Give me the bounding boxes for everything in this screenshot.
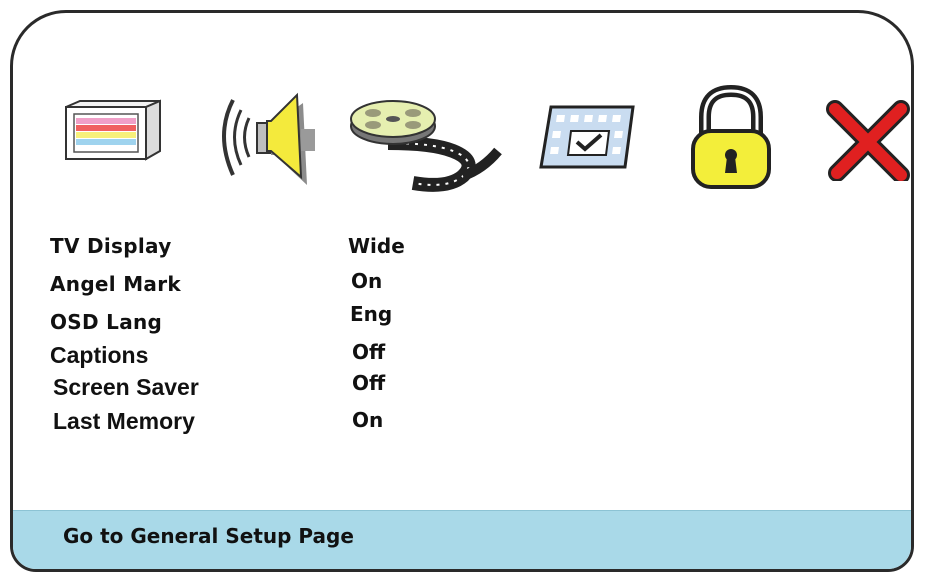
setup-page-footer: Go to General Setup Page (13, 510, 911, 569)
setting-label-last-memory[interactable]: Last Memory (53, 408, 195, 435)
setting-value-tv-display[interactable]: Wide (348, 234, 405, 258)
setting-label-tv-display[interactable]: TV Display (50, 234, 172, 258)
footer-hint-text: Go to General Setup Page (63, 524, 354, 548)
setting-label-osd-lang[interactable]: OSD Lang (50, 310, 162, 334)
setting-value-captions[interactable]: Off (352, 340, 385, 364)
setting-value-last-memory[interactable]: On (352, 408, 383, 432)
setting-value-osd-lang[interactable]: Eng (350, 302, 392, 326)
setting-label-captions[interactable]: Captions (50, 342, 148, 369)
settings-list: TV Display Wide Angel Mark On OSD Lang E… (13, 13, 911, 513)
setup-menu-screen: TV Display Wide Angel Mark On OSD Lang E… (10, 10, 914, 572)
setting-label-screen-saver[interactable]: Screen Saver (53, 374, 199, 401)
setting-value-angel-mark[interactable]: On (351, 269, 382, 293)
setting-value-screen-saver[interactable]: Off (352, 371, 385, 395)
setting-label-angel-mark[interactable]: Angel Mark (50, 272, 181, 296)
